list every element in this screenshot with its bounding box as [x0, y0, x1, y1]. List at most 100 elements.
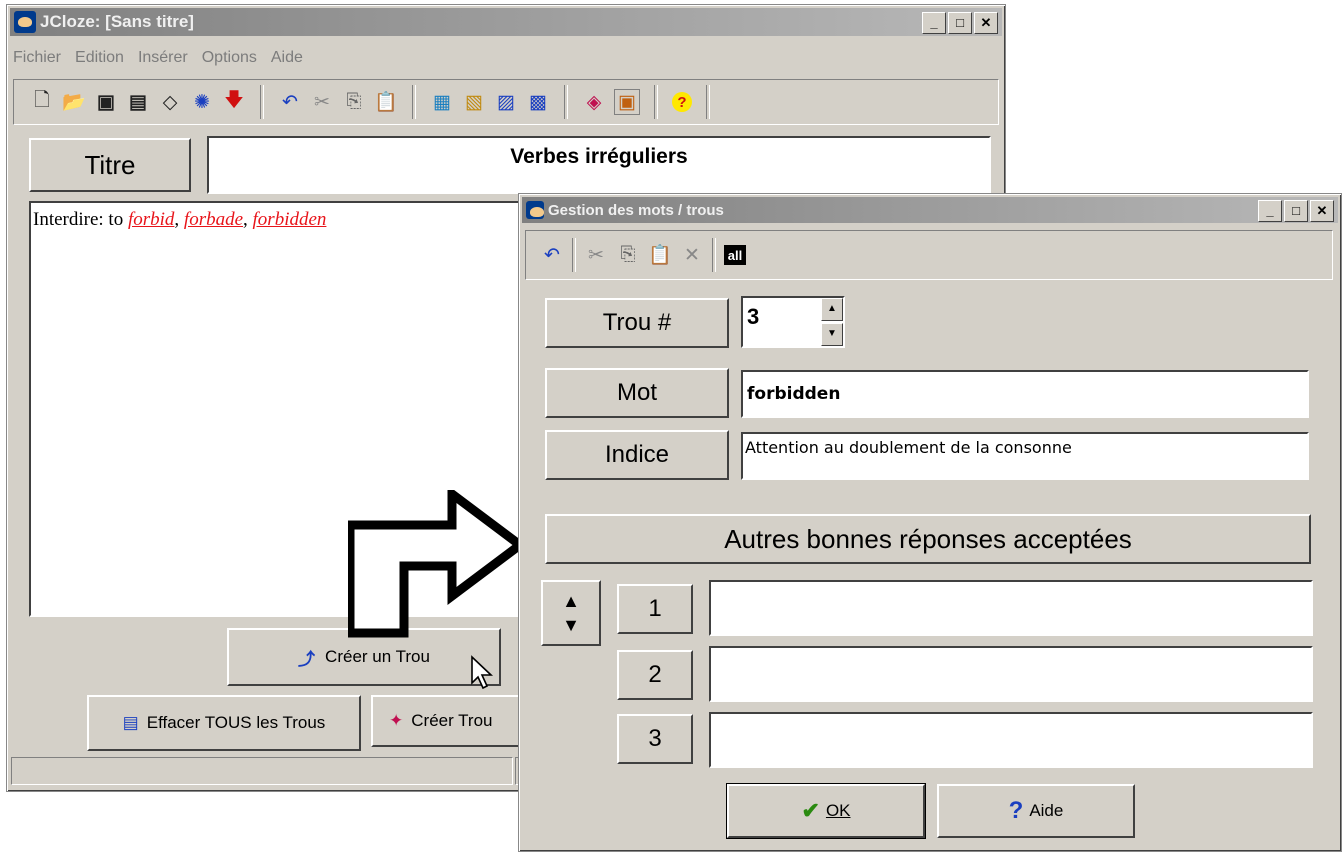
alternative-input-2[interactable] — [709, 646, 1313, 702]
auto-gap-label: Créer Trou — [411, 711, 493, 730]
toolbar-separator — [412, 85, 416, 119]
mouse-cursor-icon — [471, 655, 494, 690]
dialog-minimize-button[interactable]: _ — [1258, 200, 1282, 222]
config-icon[interactable]: ▣ — [614, 89, 640, 115]
ok-label: OK — [825, 801, 851, 820]
alternatives-header-label: Autres bonnes réponses acceptées — [724, 523, 1132, 554]
paste-icon[interactable]: 📋 — [374, 90, 398, 114]
gap-remove-icon[interactable]: ▨ — [494, 90, 518, 114]
gap-word-1[interactable]: forbid — [128, 209, 174, 230]
cut-icon[interactable]: ✂ — [310, 90, 334, 114]
word-button[interactable]: Mot — [545, 368, 729, 418]
down-arrow-icon[interactable]: 🡇 — [222, 90, 246, 114]
undo-icon[interactable]: ↶ — [278, 90, 302, 114]
gap-manager-dialog: Gestion des mots / trous _ □ ✕ ↶ ✂ ⎘ 📋 ✕… — [518, 193, 1342, 852]
eraser-icon[interactable]: ◇ — [158, 90, 182, 114]
spinner-up-button[interactable]: ▲ — [821, 298, 843, 321]
help-label: Aide — [1029, 801, 1064, 820]
alternative-number-label: 2 — [648, 661, 662, 688]
gap-add-icon[interactable]: ▦ — [430, 90, 454, 114]
menu-inserer[interactable]: Insérer — [138, 49, 188, 67]
spinner-down-button[interactable]: ▼ — [821, 323, 843, 346]
ok-button[interactable]: ✔ OK — [726, 783, 926, 839]
copy-icon[interactable]: ⎘ — [616, 243, 640, 267]
hint-value: Attention au doublement de la consonne — [745, 438, 1072, 457]
menu-aide[interactable]: Aide — [271, 49, 303, 67]
title-field-value: Verbes irréguliers — [510, 145, 688, 168]
wand-icon: ✦ — [389, 711, 404, 730]
alternative-number-1[interactable]: 1 — [617, 584, 693, 634]
delete-icon[interactable]: ✕ — [680, 243, 704, 267]
clear-all-gaps-button[interactable]: ▤ Effacer TOUS les Trous — [87, 695, 361, 751]
scroll-down-icon[interactable]: ▼ — [562, 613, 580, 637]
copy-icon[interactable]: ⎘ — [342, 90, 366, 114]
word-input[interactable]: forbidden — [741, 370, 1309, 418]
new-file-icon[interactable]: 🗋 — [30, 90, 54, 114]
main-toolbar: 🗋 📂 ▣ ▤ ◇ ✺ 🡇 ↶ ✂ ⎘ 📋 ▦ ▧ ▨ ▩ ◈ ▣ ? — [13, 79, 999, 125]
text-prefix: Interdire: to — [33, 209, 128, 230]
alternative-number-3[interactable]: 3 — [617, 714, 693, 764]
close-button[interactable]: ✕ — [974, 12, 998, 34]
question-icon: ? — [1008, 797, 1024, 824]
save-icon[interactable]: ▣ — [94, 90, 118, 114]
help-button[interactable]: ? Aide — [937, 784, 1135, 838]
undo-icon[interactable]: ↶ — [540, 243, 564, 267]
dialog-close-button[interactable]: ✕ — [1310, 200, 1334, 222]
help-icon[interactable]: ? — [672, 92, 692, 112]
alternatives-header-button[interactable]: Autres bonnes réponses acceptées — [545, 514, 1311, 564]
clear-all-gaps-label: Effacer TOUS les Trous — [146, 713, 326, 732]
text-separator: , — [243, 209, 253, 230]
toolbar-separator — [712, 238, 716, 272]
clear-gaps-icon: ▤ — [122, 713, 139, 732]
save-as-icon[interactable]: ▤ — [126, 90, 150, 114]
colors-icon[interactable]: ◈ — [582, 90, 606, 114]
gap-word-2[interactable]: forbade — [184, 209, 243, 230]
toolbar-separator — [260, 85, 264, 119]
create-gap-icon: ⤴ — [298, 649, 316, 669]
menu-options[interactable]: Options — [202, 49, 257, 67]
alternative-number-2[interactable]: 2 — [617, 650, 693, 700]
main-title-bar[interactable]: JCloze: [Sans titre] _ □ ✕ — [10, 8, 1002, 36]
app-hand-icon — [14, 11, 36, 33]
minimize-button[interactable]: _ — [922, 12, 946, 34]
scroll-up-icon[interactable]: ▲ — [562, 589, 580, 613]
alternative-input-3[interactable] — [709, 712, 1313, 768]
alternative-number-label: 3 — [648, 725, 662, 752]
dialog-title-bar[interactable]: Gestion des mots / trous _ □ ✕ — [522, 197, 1338, 223]
cut-icon[interactable]: ✂ — [584, 243, 608, 267]
checkmark-icon: ✔ — [801, 798, 820, 823]
gap-word-3[interactable]: forbidden — [253, 209, 327, 230]
alternatives-scroll-buttons: ▲ ▼ — [541, 580, 601, 646]
paste-icon[interactable]: 📋 — [648, 243, 672, 267]
gap-number-spinner[interactable]: 3 ▲ ▼ — [741, 296, 845, 348]
gap-edit-icon[interactable]: ▧ — [462, 90, 486, 114]
title-button-label: Titre — [84, 149, 136, 180]
create-gap-label: Créer un Trou — [325, 647, 430, 666]
select-all-label: all — [727, 247, 743, 263]
status-bar — [11, 757, 513, 785]
title-field[interactable]: Verbes irréguliers — [207, 136, 991, 194]
hint-button[interactable]: Indice — [545, 430, 729, 480]
word-label: Mot — [616, 379, 657, 406]
dialog-toolbar: ↶ ✂ ⎘ 📋 ✕ all — [525, 230, 1333, 280]
select-all-button[interactable]: all — [724, 245, 746, 265]
gap-number-value: 3 — [747, 304, 760, 329]
toolbar-separator — [564, 85, 568, 119]
title-button[interactable]: Titre — [29, 138, 191, 192]
gap-number-button[interactable]: Trou # — [545, 298, 729, 348]
word-value: forbidden — [747, 384, 841, 404]
maximize-button[interactable]: □ — [948, 12, 972, 34]
menu-bar: Fichier Edition Insérer Options Aide — [13, 49, 303, 67]
dialog-maximize-button[interactable]: □ — [1284, 200, 1308, 222]
main-window-title: JCloze: [Sans titre] — [40, 12, 194, 31]
menu-fichier[interactable]: Fichier — [13, 49, 61, 67]
hint-input[interactable]: Attention au doublement de la consonne — [741, 432, 1309, 480]
gap-number-label: Trou # — [602, 309, 672, 336]
web-export-icon[interactable]: ✺ — [190, 90, 214, 114]
right-arrow-icon — [348, 490, 528, 638]
open-folder-icon[interactable]: 📂 — [62, 90, 86, 114]
alternative-input-1[interactable] — [709, 580, 1313, 636]
menu-edition[interactable]: Edition — [75, 49, 124, 67]
toolbar-separator — [572, 238, 576, 272]
gap-find-icon[interactable]: ▩ — [526, 90, 550, 114]
